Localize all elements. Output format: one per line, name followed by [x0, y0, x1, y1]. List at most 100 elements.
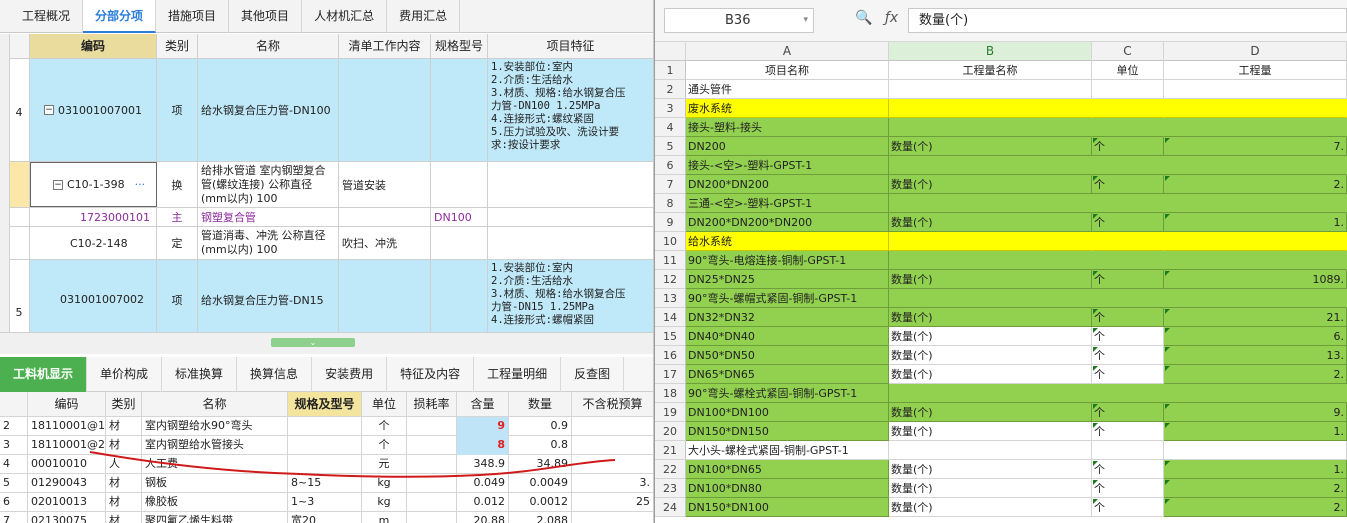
cell-no[interactable]: 6 [0, 493, 28, 512]
cell-qty[interactable]: 0.0012 [509, 493, 572, 512]
col-header-d[interactable]: D [1164, 42, 1347, 61]
cell-c[interactable]: 个 [1092, 327, 1164, 346]
cell-d[interactable]: 2. [1164, 175, 1347, 194]
cell-spec[interactable] [288, 455, 362, 474]
sheet-row[interactable]: 17 DN65*DN65 数量(个) 个 2. [655, 365, 1347, 384]
sheet-row[interactable]: 4 接头-塑料-接头 [655, 118, 1347, 137]
cell-b[interactable] [889, 118, 1092, 137]
cell-loss[interactable] [407, 512, 457, 523]
cell-name[interactable]: 人工费 [142, 455, 288, 474]
sheet-row[interactable]: 13 90°弯头-螺帽式紧固-铜制-GPST-1 [655, 289, 1347, 308]
cell-d[interactable] [1164, 384, 1347, 403]
table-row[interactable]: 3 18110001@2 材室内钢塑给水管接头 个 8 0.8 [0, 436, 653, 455]
cell-code[interactable]: 02130075 [28, 512, 106, 523]
cell-qty[interactable]: 2.088 [509, 512, 572, 523]
sheet-row[interactable]: 8 三通-<空>-塑料-GPST-1 [655, 194, 1347, 213]
cell-name[interactable]: 室内钢塑给水90°弯头 [142, 417, 288, 436]
cell-no[interactable]: 3 [0, 436, 28, 455]
tab-features[interactable]: 特征及内容 [387, 357, 475, 392]
cell-b[interactable]: 数量(个) [889, 213, 1092, 232]
sheet-row[interactable]: 9 DN200*DN200*DN200 数量(个) 个 1. [655, 213, 1347, 232]
cell-a[interactable]: DN100*DN80 [686, 479, 889, 498]
sheet-row[interactable]: 10 给水系统 [655, 232, 1347, 251]
sheet-row[interactable]: 12 DN25*DN25 数量(个) 个 1089. [655, 270, 1347, 289]
sheet-row[interactable]: 18 90°弯头-螺栓式紧固-铜制-GPST-1 [655, 384, 1347, 403]
tab-conversion-info[interactable]: 换算信息 [237, 357, 313, 392]
table-row[interactable]: 5 01290043 材钢板 8~15 kg 0.049 0.0049 3. [0, 474, 653, 493]
cell-unit[interactable]: 个 [362, 417, 407, 436]
row-header[interactable]: 2 [655, 80, 686, 99]
row-header[interactable]: 14 [655, 308, 686, 327]
cell-c[interactable]: 个 [1092, 213, 1164, 232]
cell-c[interactable]: 单位 [1092, 61, 1164, 80]
selected-cell[interactable]: − C10-1-398 ··· [30, 162, 157, 207]
cell-d[interactable] [1164, 251, 1347, 270]
cell-content[interactable]: 20.88 [457, 512, 509, 523]
cell-b[interactable]: 数量(个) [889, 175, 1092, 194]
row-header[interactable]: 20 [655, 422, 686, 441]
cell-b[interactable]: 数量(个) [889, 479, 1092, 498]
cell-d[interactable]: 21. [1164, 308, 1347, 327]
cell-d[interactable]: 1. [1164, 213, 1347, 232]
cell-spec[interactable]: 8~15 [288, 474, 362, 493]
cell-a[interactable]: DN200*DN200 [686, 175, 889, 194]
tab-standard-conversion[interactable]: 标准换算 [162, 357, 238, 392]
cell-d[interactable] [1164, 99, 1347, 118]
cell-c[interactable] [1092, 384, 1164, 403]
cell-code[interactable]: 02010013 [28, 493, 106, 512]
col-type[interactable]: 类别 [157, 34, 198, 58]
sheet-row[interactable]: 5 DN200 数量(个) 个 7. [655, 137, 1347, 156]
cell-b[interactable]: 数量(个) [889, 460, 1092, 479]
cell-a[interactable]: DN25*DN25 [686, 270, 889, 289]
cell-b[interactable]: 数量(个) [889, 498, 1092, 517]
cell-d[interactable]: 7. [1164, 137, 1347, 156]
cell-loss[interactable] [407, 493, 457, 512]
cell-spec[interactable] [288, 436, 362, 455]
tab-resources[interactable]: 工料机显示 [0, 357, 88, 392]
cell-d[interactable]: 工程量 [1164, 61, 1347, 80]
col-header-a[interactable]: A [686, 42, 889, 61]
sheet-row[interactable]: 21 大小头-螺栓式紧固-铜制-GPST-1 [655, 441, 1347, 460]
cell-no[interactable]: 4 [0, 455, 28, 474]
pane-splitter[interactable]: ⌄ [0, 332, 653, 354]
row-header[interactable]: 9 [655, 213, 686, 232]
sheet-row[interactable]: 11 90°弯头-电熔连接-铜制-GPST-1 [655, 251, 1347, 270]
tab-resource-summary[interactable]: 人材机汇总 [302, 0, 388, 33]
cell-c[interactable]: 个 [1092, 365, 1164, 384]
table-row[interactable]: C10-2-148 定 管道消毒、冲洗 公称直径(mm以内) 100 吹扫、冲洗 [10, 227, 653, 260]
cell-d[interactable] [1164, 118, 1347, 137]
row-header[interactable]: 1 [655, 61, 686, 80]
cell-d[interactable]: 1. [1164, 460, 1347, 479]
name-box[interactable]: B36 ▾ [664, 8, 814, 33]
cell-unit[interactable]: kg [362, 474, 407, 493]
row-header[interactable]: 16 [655, 346, 686, 365]
cell-d[interactable]: 13. [1164, 346, 1347, 365]
cell-content[interactable]: 348.9 [457, 455, 509, 474]
cell-code[interactable]: 18110001@2 [28, 436, 106, 455]
cell-a[interactable]: DN150*DN100 [686, 498, 889, 517]
formula-input[interactable]: 数量(个) [908, 8, 1347, 33]
collapse-icon[interactable]: − [44, 105, 54, 115]
sheet-row[interactable]: 6 接头-<空>-塑料-GPST-1 [655, 156, 1347, 175]
cell-loss[interactable] [407, 436, 457, 455]
cell-c[interactable] [1092, 156, 1164, 175]
row-header[interactable]: 4 [655, 118, 686, 137]
cell-a[interactable]: DN150*DN150 [686, 422, 889, 441]
cell-qty[interactable]: 34.89 [509, 455, 572, 474]
cell-a[interactable]: DN100*DN100 [686, 403, 889, 422]
cell-b[interactable]: 数量(个) [889, 270, 1092, 289]
row-header[interactable]: 7 [655, 175, 686, 194]
table-row[interactable]: 6 02010013 材橡胶板 1~3 kg 0.012 0.0012 25 [0, 493, 653, 512]
cell-a[interactable]: DN200 [686, 137, 889, 156]
row-header[interactable]: 11 [655, 251, 686, 270]
cell-name[interactable]: 橡胶板 [142, 493, 288, 512]
cell-a[interactable]: DN50*DN50 [686, 346, 889, 365]
cell-c[interactable] [1092, 194, 1164, 213]
row-header[interactable]: 13 [655, 289, 686, 308]
cell-d[interactable]: 1089. [1164, 270, 1347, 289]
col-header-c[interactable]: C [1092, 42, 1164, 61]
sheet-row[interactable]: 16 DN50*DN50 数量(个) 个 13. [655, 346, 1347, 365]
cell-a[interactable]: 给水系统 [686, 232, 889, 251]
row-header[interactable]: 5 [655, 137, 686, 156]
cell-code[interactable]: 00010010 [28, 455, 106, 474]
